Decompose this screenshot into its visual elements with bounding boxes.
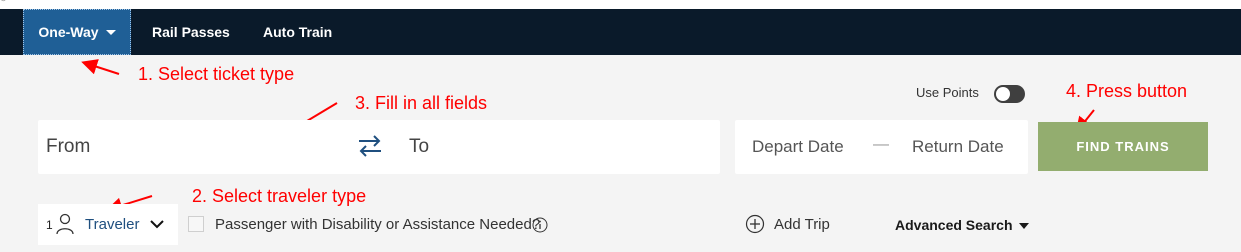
tab-one-way[interactable]: One-Way xyxy=(23,9,131,55)
tab-auto-train[interactable]: Auto Train xyxy=(263,9,332,55)
use-points-toggle[interactable] xyxy=(994,85,1025,103)
toggle-knob xyxy=(996,87,1010,101)
annotation-step3: 3. Fill in all fields xyxy=(355,93,488,113)
chevron-down-icon[interactable] xyxy=(150,219,164,229)
traveler-count: 1 xyxy=(46,218,53,232)
traveler-label: Traveler xyxy=(85,216,140,233)
tab-rail-passes[interactable]: Rail Passes xyxy=(152,9,230,55)
tab-one-way-label: One-Way xyxy=(38,24,99,40)
depart-date-input[interactable]: Depart Date xyxy=(752,137,844,157)
top-navbar: One-Way Rail Passes Auto Train xyxy=(0,9,1241,55)
annotation-step4: 4. Press button xyxy=(1066,81,1188,101)
advanced-search-link[interactable]: Advanced Search xyxy=(895,217,1029,233)
disability-checkbox[interactable] xyxy=(188,216,204,232)
tab-auto-train-label: Auto Train xyxy=(263,24,333,40)
caret-down-icon xyxy=(1018,223,1029,230)
disability-label: Passenger with Disability or Assistance … xyxy=(215,216,541,233)
swap-arrows-icon[interactable] xyxy=(357,133,383,159)
annotation-step2: 2. Select traveler type xyxy=(192,186,367,206)
add-circle-icon[interactable] xyxy=(745,214,765,234)
tab-rail-passes-label: Rail Passes xyxy=(152,24,230,40)
cropped-text-strip: ○ xyxy=(0,0,7,5)
arrow-step1 xyxy=(81,59,120,75)
person-icon xyxy=(56,213,74,235)
browser-top-strip: ○ xyxy=(0,0,1241,9)
caret-down-icon xyxy=(105,29,116,35)
return-date-input[interactable]: Return Date xyxy=(912,137,1004,157)
find-trains-button[interactable]: FIND TRAINS xyxy=(1038,122,1208,171)
from-input[interactable]: From xyxy=(46,136,90,158)
use-points-label: Use Points xyxy=(916,85,979,100)
info-icon[interactable] xyxy=(532,217,548,233)
advanced-search-label: Advanced Search xyxy=(895,217,1013,233)
to-input[interactable]: To xyxy=(409,136,429,158)
date-separator: — xyxy=(873,136,889,153)
annotation-step1: 1. Select ticket type xyxy=(138,64,295,84)
add-trip-link[interactable]: Add Trip xyxy=(774,216,830,233)
